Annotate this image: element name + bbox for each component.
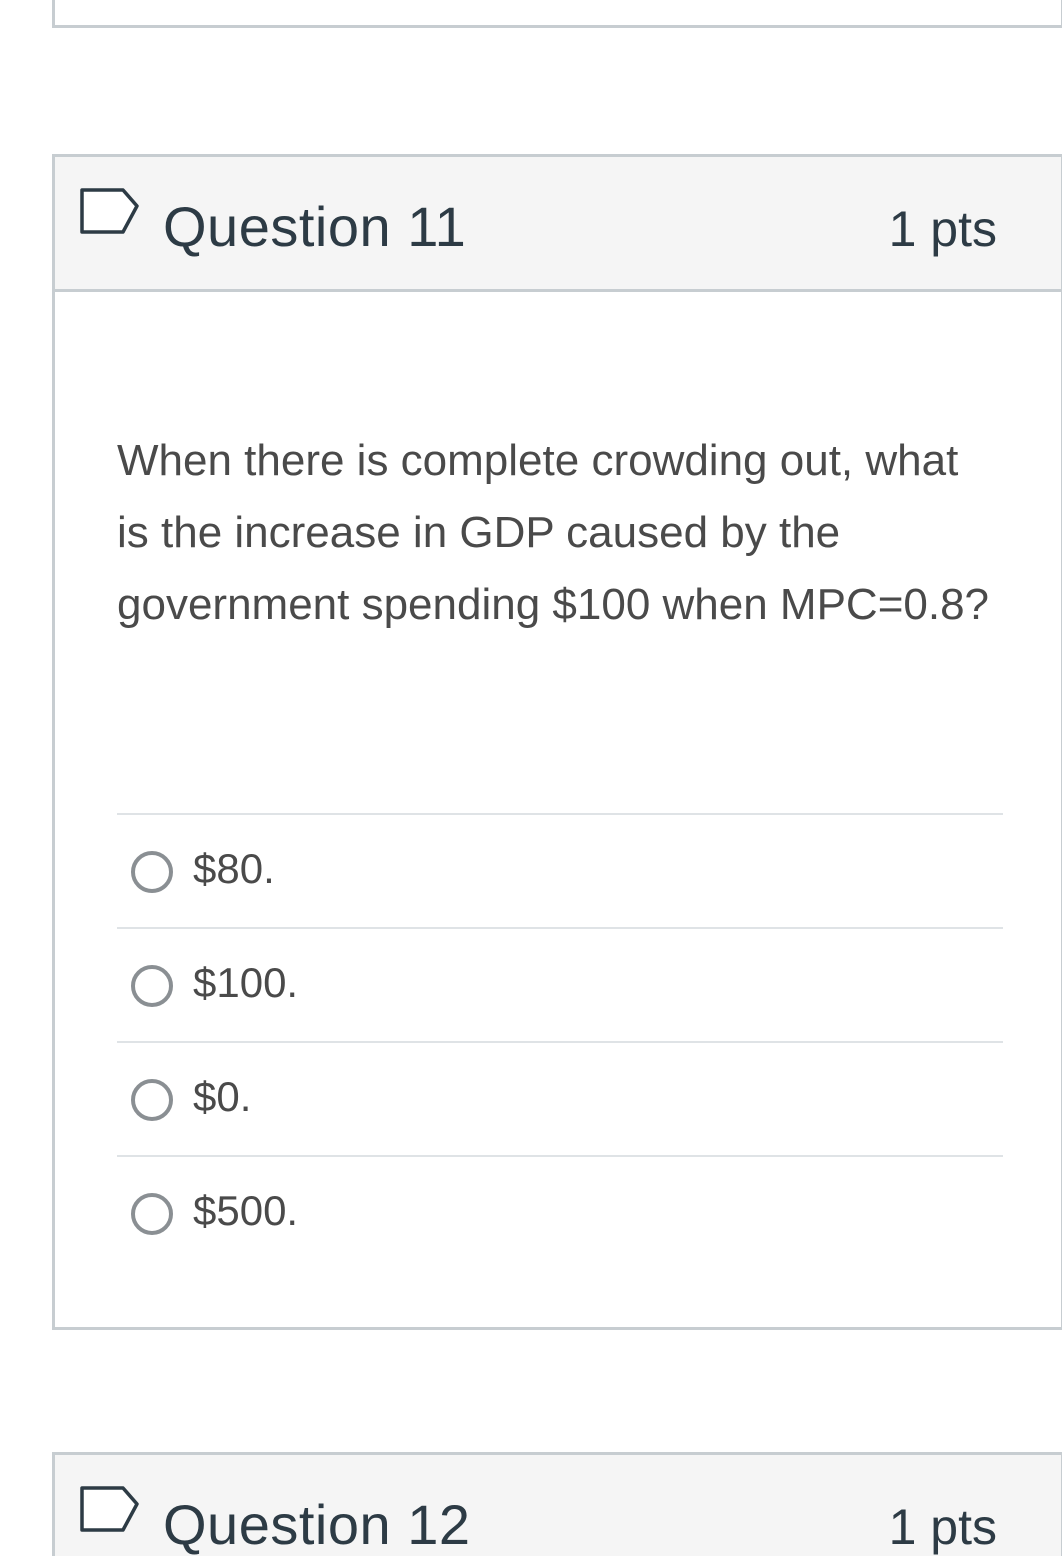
- answer-option[interactable]: $80.: [117, 813, 1003, 927]
- question-points: 1 pts: [888, 1499, 997, 1555]
- quiz-page: Question 11 1 pts When there is complete…: [0, 0, 1062, 1556]
- question-title: Question 11: [163, 195, 467, 258]
- question-header: Question 12 1 pts: [55, 1455, 1061, 1556]
- answer-label[interactable]: $0.: [193, 1069, 251, 1125]
- radio-button[interactable]: [131, 1193, 173, 1235]
- answer-label[interactable]: $80.: [193, 841, 275, 897]
- question-points: 1 pts: [888, 201, 997, 257]
- bookmark-flag-icon[interactable]: [79, 1485, 141, 1533]
- answer-label[interactable]: $500.: [193, 1183, 298, 1239]
- radio-button[interactable]: [131, 1079, 173, 1121]
- question-card-11: Question 11 1 pts When there is complete…: [52, 154, 1062, 1330]
- answer-list: $80. $100. $0. $500.: [117, 813, 1003, 1269]
- radio-button[interactable]: [131, 965, 173, 1007]
- question-card-12: Question 12 1 pts: [52, 1452, 1062, 1556]
- question-header: Question 11 1 pts: [55, 157, 1061, 292]
- answer-option[interactable]: $100.: [117, 927, 1003, 1041]
- question-text: When there is complete crowding out, wha…: [117, 436, 990, 629]
- answer-label[interactable]: $100.: [193, 955, 298, 1011]
- answer-option[interactable]: $0.: [117, 1041, 1003, 1155]
- answer-option[interactable]: $500.: [117, 1155, 1003, 1269]
- previous-question-card: [52, 0, 1062, 28]
- bookmark-flag-icon[interactable]: [79, 187, 141, 235]
- question-title: Question 12: [163, 1493, 471, 1556]
- radio-button[interactable]: [131, 851, 173, 893]
